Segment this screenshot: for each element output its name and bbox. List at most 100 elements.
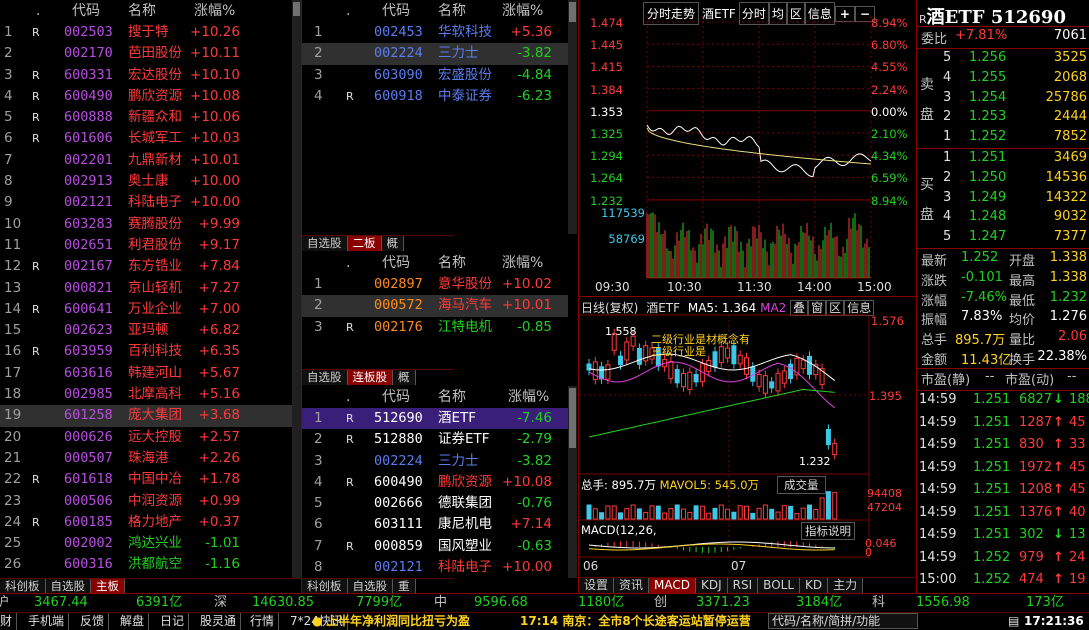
stock-row[interactable]: 10 603283 赛腾股份 +9.99: [0, 214, 292, 235]
daily-chart[interactable]: 日线(复权) 酒ETF MA5: 1.364 MA2 叠窗区信息 1.576 1…: [579, 297, 916, 576]
stock-row[interactable]: 15 002623 亚玛顿 +6.82: [0, 320, 292, 341]
stock-row[interactable]: 7 002201 九鼎新材 +10.01: [0, 150, 292, 171]
stock-row[interactable]: 2 000572 海马汽车 +10.01: [302, 295, 568, 316]
tab-zixuan[interactable]: 自选股: [302, 370, 348, 385]
stock-row[interactable]: 1 R 512690 酒ETF -7.46: [302, 408, 568, 429]
tab-kd[interactable]: KD: [800, 578, 828, 593]
sh-index[interactable]: 3467.44: [34, 594, 88, 611]
kc-index[interactable]: 1556.98: [916, 594, 970, 611]
stock-row[interactable]: 20 000626 远大控股 +2.57: [0, 427, 292, 448]
col-name[interactable]: 名称: [128, 0, 156, 22]
news-ticker-1[interactable]: 上半年净利润同比扭亏为盈: [326, 613, 470, 630]
toolbar-item[interactable]: 手机端: [24, 613, 69, 630]
tab-kechuang[interactable]: 科创板: [302, 579, 348, 594]
mid-top-scrollbar[interactable]: [568, 0, 577, 234]
tab-macd[interactable]: MACD: [649, 578, 696, 593]
sell-level[interactable]: 3 1.254 25786: [917, 90, 1089, 110]
volume-button[interactable]: 成交量: [777, 476, 826, 494]
stock-row[interactable]: 9 002121 科陆电子 +10.00: [0, 192, 292, 213]
tab-news[interactable]: 资讯: [614, 578, 649, 593]
tab-gai[interactable]: 概: [382, 236, 405, 251]
stock-row[interactable]: 11 002651 利君股份 +9.17: [0, 235, 292, 256]
col-code[interactable]: 代码: [382, 386, 410, 408]
stock-row[interactable]: 1 R 002503 搜于特 +10.26: [0, 22, 292, 43]
col-name[interactable]: 名称: [438, 252, 466, 274]
sell-level[interactable]: 5 1.256 3525: [917, 50, 1089, 70]
stock-row[interactable]: 4 R 600918 中泰证券 -6.23: [302, 86, 568, 107]
col-code[interactable]: 代码: [382, 0, 410, 22]
buy-level[interactable]: 5 1.247 7377: [917, 229, 1089, 249]
toolbar-item[interactable]: 解盘: [116, 613, 149, 630]
stock-row[interactable]: 2 002170 芭田股份 +10.11: [0, 43, 292, 64]
toolbar-item[interactable]: 日记: [156, 613, 189, 630]
tab-lianban[interactable]: 连板股: [348, 370, 394, 385]
stock-row[interactable]: 7 R 000859 国风塑业 -0.63: [302, 536, 568, 557]
cy-index[interactable]: 3371.23: [696, 594, 750, 611]
indicator-help-button[interactable]: 指标说明: [801, 522, 855, 540]
stock-row[interactable]: 3 002224 三力士 -3.82: [302, 451, 568, 472]
stock-row[interactable]: 3 R 600331 宏达股份 +10.10: [0, 65, 292, 86]
sell-level[interactable]: 4 1.255 2068: [917, 70, 1089, 90]
buy-level[interactable]: 2 1.250 14536: [917, 170, 1089, 190]
tab-boll[interactable]: BOLL: [758, 578, 800, 593]
toolbar-item[interactable]: 股灵通: [196, 613, 241, 630]
buy-level[interactable]: 4 1.248 9032: [917, 209, 1089, 229]
stock-row[interactable]: 1 002897 意华股份 +10.02: [302, 274, 568, 295]
sell-level[interactable]: 1 1.252 7852: [917, 129, 1089, 149]
stock-row[interactable]: 6 R 601606 长城军工 +10.03: [0, 128, 292, 149]
stock-row[interactable]: 2 002224 三力士 -3.82: [302, 43, 568, 64]
stock-row[interactable]: 26 600316 洪都航空 -1.16: [0, 554, 292, 575]
tab-zhuli[interactable]: 主力: [828, 578, 863, 593]
col-name[interactable]: 名称: [438, 386, 466, 408]
stock-row[interactable]: 8 002121 科陆电子 +10.00: [302, 557, 568, 578]
left-scrollbar[interactable]: [292, 0, 301, 578]
mid-bot-scrollbar[interactable]: [568, 386, 577, 578]
search-input[interactable]: 代码/名称/简拼/功能: [768, 613, 918, 629]
col-code[interactable]: 代码: [382, 252, 410, 274]
stock-row[interactable]: 19 601258 庞大集团 +3.68: [0, 405, 292, 426]
tab-zhuban[interactable]: 主板: [91, 579, 125, 594]
stock-row[interactable]: 23 000506 中润资源 +0.99: [0, 491, 292, 512]
tab-zixuan[interactable]: 自选股: [302, 236, 348, 251]
stock-row[interactable]: 4 R 600490 鹏欣资源 +10.08: [0, 86, 292, 107]
col-name[interactable]: 名称: [438, 0, 466, 22]
tab-settings[interactable]: 设置: [579, 578, 614, 593]
sz-index[interactable]: 14630.85: [252, 594, 314, 611]
zx-index[interactable]: 9596.68: [474, 594, 528, 611]
tab-erban[interactable]: 二板: [348, 236, 382, 251]
col-change[interactable]: 涨幅%: [508, 386, 549, 408]
news-ticker-2[interactable]: 17:14 南京：全市8个长途客运站暂停运营: [520, 613, 751, 630]
col-code[interactable]: 代码: [72, 0, 100, 22]
stock-row[interactable]: 5 R 600888 新疆众和 +10.06: [0, 107, 292, 128]
sell-level[interactable]: 2 1.253 2444: [917, 109, 1089, 129]
stock-row[interactable]: 18 002985 北摩高科 +5.16: [0, 384, 292, 405]
stock-row[interactable]: 3 R 002176 江特电机 -0.85: [302, 317, 568, 338]
stock-row[interactable]: 17 603616 韩建河山 +5.67: [0, 363, 292, 384]
stock-row[interactable]: 14 R 600641 万业企业 +7.00: [0, 299, 292, 320]
stock-row[interactable]: 1 002453 华软科技 +5.36: [302, 22, 568, 43]
tab-zhong[interactable]: 重: [393, 579, 416, 594]
stock-row[interactable]: 4 R 600490 鹏欣资源 +10.08: [302, 472, 568, 493]
tab-zixuan[interactable]: 自选股: [348, 579, 394, 594]
tab-zixuan[interactable]: 自选股: [46, 579, 92, 594]
toolbar-item[interactable]: 财: [0, 613, 17, 630]
col-change[interactable]: 涨幅%: [502, 252, 543, 274]
stock-row[interactable]: 24 R 600185 格力地产 +0.37: [0, 512, 292, 533]
tab-kechuang[interactable]: 科创板: [0, 579, 46, 594]
tab-kdj[interactable]: KDJ: [696, 578, 728, 593]
toolbar-item[interactable]: 行情: [246, 613, 279, 630]
buy-level[interactable]: 3 1.249 14322: [917, 190, 1089, 210]
stock-row[interactable]: 5 002666 德联集团 -0.76: [302, 493, 568, 514]
stock-row[interactable]: 21 000507 珠海港 +2.26: [0, 448, 292, 469]
stock-row[interactable]: 6 603111 康尼机电 +7.14: [302, 514, 568, 535]
buy-level[interactable]: 1 1.251 3469: [917, 150, 1089, 170]
stock-row[interactable]: 25 002002 鸿达兴业 -1.01: [0, 533, 292, 554]
tab-gai[interactable]: 概: [393, 370, 416, 385]
stock-row[interactable]: 13 000821 京山轻机 +7.27: [0, 278, 292, 299]
stock-row[interactable]: 12 R 002167 东方锆业 +7.84: [0, 256, 292, 277]
col-change[interactable]: 涨幅%: [502, 0, 543, 22]
stock-row[interactable]: 8 002913 奥士康 +10.00: [0, 171, 292, 192]
col-change[interactable]: 涨幅%: [194, 0, 235, 22]
stock-row[interactable]: 3 603090 宏盛股份 -4.84: [302, 65, 568, 86]
stock-row[interactable]: 16 R 603959 百利科技 +6.35: [0, 341, 292, 362]
